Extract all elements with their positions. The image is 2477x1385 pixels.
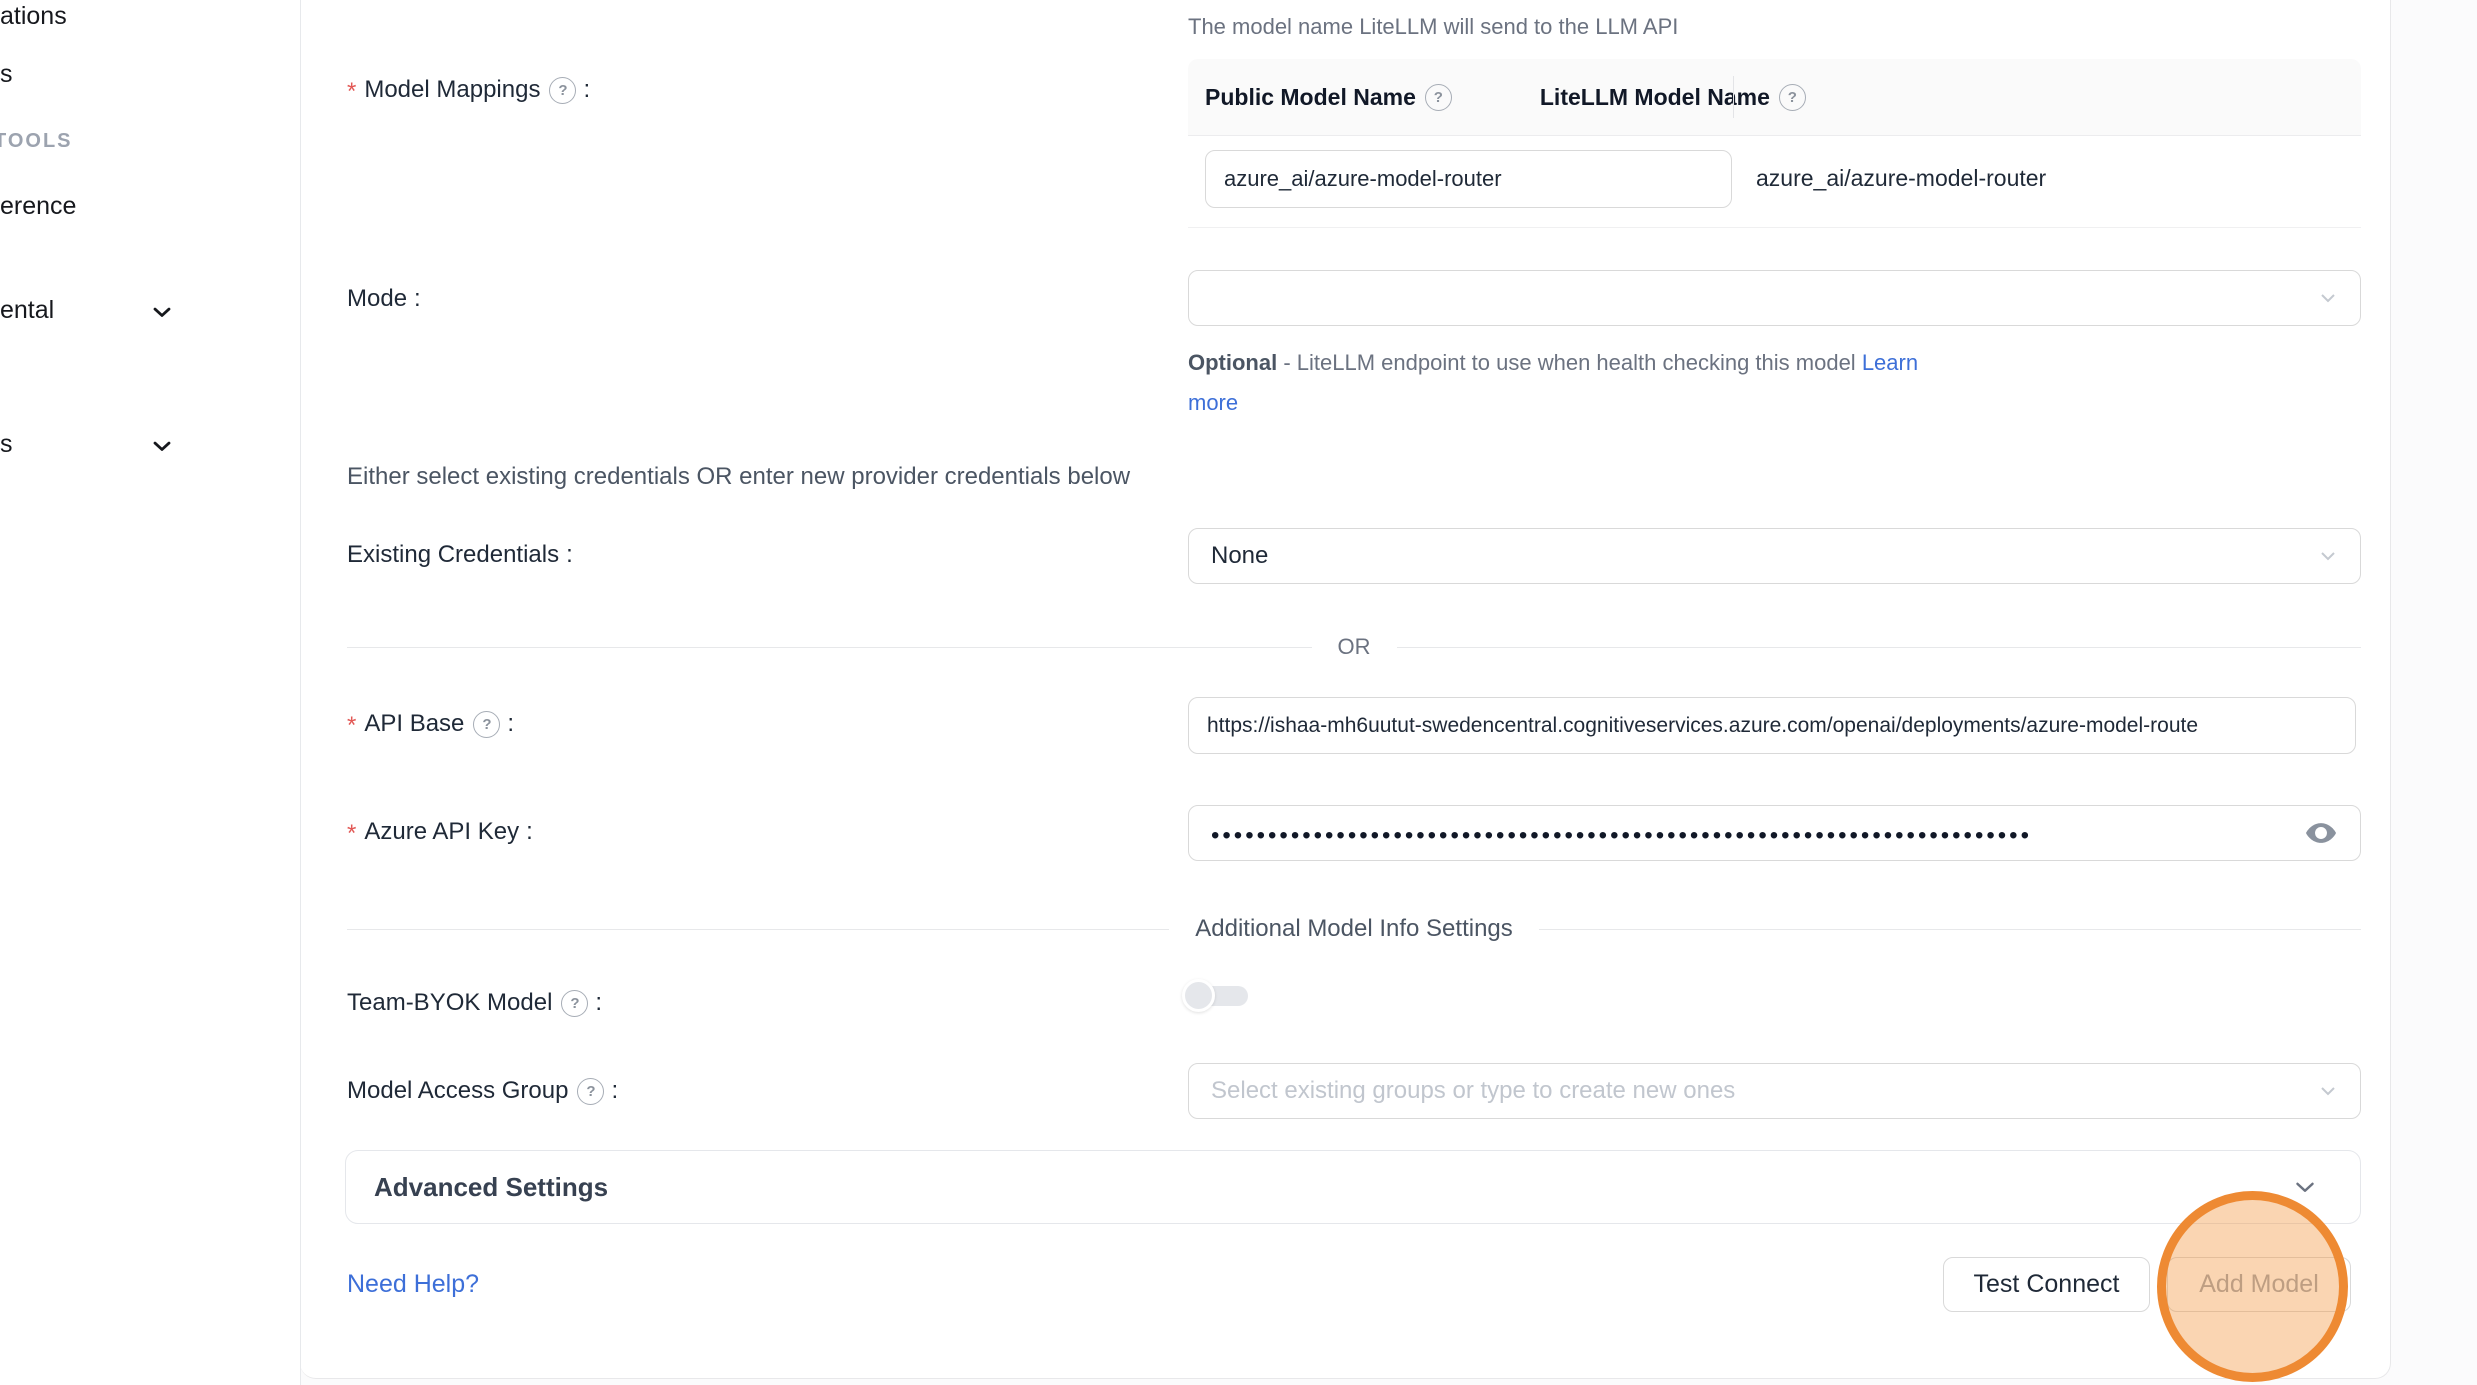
existing-credentials-label: Existing Credentials : — [347, 541, 573, 569]
model-mappings-table-header: Public Model Name ? LiteLLM Model Name ? — [1188, 59, 2361, 136]
divider-line — [1539, 929, 2361, 930]
masked-api-key: ••••••••••••••••••••••••••••••••••••••••… — [1211, 818, 2032, 848]
existing-credentials-select[interactable]: None — [1188, 528, 2361, 584]
model-name-helper-text: The model name LiteLLM will send to the … — [1188, 14, 1678, 40]
chevron-down-icon[interactable] — [148, 432, 176, 465]
required-asterisk: * — [347, 816, 356, 848]
litellm-model-name-value: azure_ai/azure-model-router — [1756, 165, 2046, 192]
team-byok-label: Team-BYOK Model ? : — [347, 989, 602, 1017]
eye-icon[interactable] — [2304, 816, 2338, 850]
mode-hint: Optional - LiteLLM endpoint to use when … — [1188, 343, 1918, 423]
divider-line — [1397, 647, 2362, 648]
azure-api-key-label: * Azure API Key : — [347, 816, 533, 848]
azure-api-key-input[interactable]: ••••••••••••••••••••••••••••••••••••••••… — [1188, 805, 2361, 861]
chevron-down-icon — [2316, 286, 2340, 310]
table-row-border — [1188, 227, 2361, 228]
model-access-group-placeholder: Select existing groups or type to create… — [1211, 1077, 1735, 1105]
sidebar-item-experimental[interactable]: ental — [0, 296, 54, 325]
learn-more-link[interactable]: Learn — [1862, 350, 1918, 375]
divider-line — [347, 929, 1169, 930]
help-icon[interactable]: ? — [577, 1078, 604, 1105]
sidebar-item-settings[interactable]: s — [0, 430, 13, 459]
divider-line — [347, 647, 1312, 648]
sidebar-item-models[interactable]: s — [0, 60, 13, 89]
required-asterisk: * — [347, 708, 356, 740]
chevron-down-icon — [2316, 544, 2340, 568]
help-icon[interactable]: ? — [1779, 84, 1806, 111]
public-model-name-header: Public Model Name ? — [1205, 84, 1452, 111]
test-connect-button[interactable]: Test Connect — [1943, 1257, 2150, 1312]
help-icon[interactable]: ? — [561, 990, 588, 1017]
learn-more-link[interactable]: more — [1188, 390, 1238, 415]
model-access-group-label: Model Access Group ? : — [347, 1077, 618, 1105]
team-byok-toggle[interactable] — [1182, 979, 1248, 1013]
mode-label: Mode : — [347, 285, 421, 313]
sidebar: ations s TOOLS erence ental s — [0, 0, 301, 1385]
table-header-divider — [1733, 76, 1734, 118]
chevron-down-icon[interactable] — [148, 298, 176, 331]
or-divider-text: OR — [1338, 634, 1371, 660]
model-mappings-label: * Model Mappings ? : — [347, 74, 590, 106]
advanced-settings-title: Advanced Settings — [374, 1172, 608, 1203]
advanced-settings-panel[interactable]: Advanced Settings — [345, 1150, 2361, 1224]
model-access-group-select[interactable]: Select existing groups or type to create… — [1188, 1063, 2361, 1119]
add-model-button[interactable]: Add Model — [2167, 1257, 2351, 1312]
api-base-label: * API Base ? : — [347, 708, 514, 740]
or-divider: OR — [347, 634, 2361, 660]
need-help-link[interactable]: Need Help? — [347, 1270, 479, 1299]
additional-settings-divider: Additional Model Info Settings — [347, 916, 2361, 942]
help-icon[interactable]: ? — [473, 711, 500, 738]
chevron-down-icon — [2290, 1172, 2320, 1202]
credentials-note: Either select existing credentials OR en… — [347, 463, 1130, 491]
add-model-form-screen: ations s TOOLS erence ental s The model … — [0, 0, 2477, 1385]
sidebar-section-tools: TOOLS — [0, 130, 73, 153]
help-icon[interactable]: ? — [1425, 84, 1452, 111]
mode-select[interactable] — [1188, 270, 2361, 326]
public-model-name-input[interactable] — [1205, 150, 1732, 208]
required-asterisk: * — [347, 74, 356, 106]
litellm-model-name-header: LiteLLM Model Name ? — [1540, 84, 1806, 111]
help-icon[interactable]: ? — [549, 77, 576, 104]
sidebar-item-integrations[interactable]: ations — [0, 2, 67, 31]
additional-settings-divider-text: Additional Model Info Settings — [1195, 915, 1513, 943]
sidebar-item-inference[interactable]: erence — [0, 192, 76, 221]
toggle-knob — [1182, 979, 1215, 1012]
api-base-input[interactable] — [1188, 697, 2356, 754]
chevron-down-icon — [2316, 1079, 2340, 1103]
